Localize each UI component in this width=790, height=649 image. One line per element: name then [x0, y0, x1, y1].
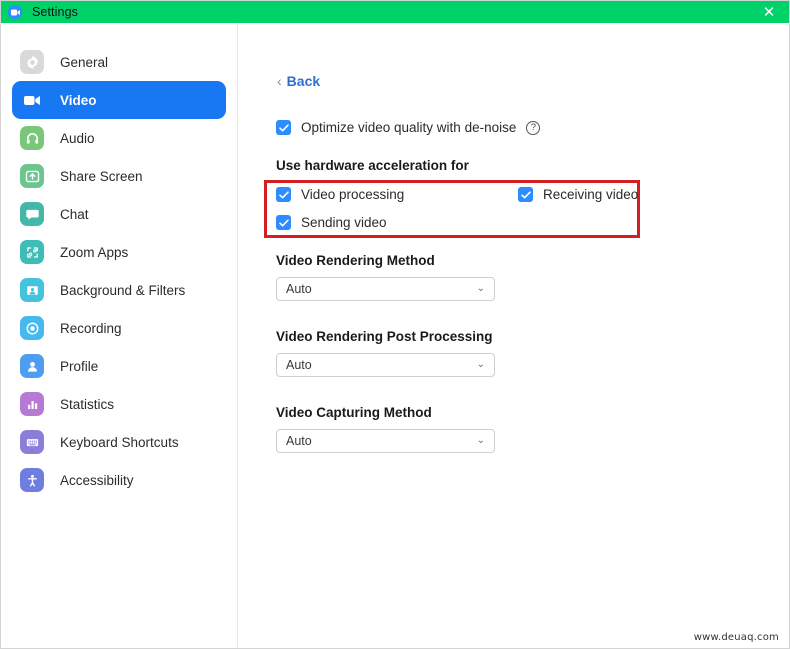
back-label: Back — [286, 73, 321, 89]
close-icon[interactable]: ✕ — [749, 1, 789, 23]
receiving-video-checkbox[interactable] — [518, 187, 533, 202]
receiving-video-label: Receiving video — [543, 187, 639, 202]
select-value: Auto — [286, 358, 312, 372]
headphones-icon — [20, 126, 44, 150]
hardware-acceleration-heading: Use hardware acceleration for — [276, 158, 469, 173]
sidebar-item-accessibility[interactable]: Accessibility — [12, 461, 226, 499]
sidebar-item-general[interactable]: General — [12, 43, 226, 81]
video-processing-label: Video processing — [301, 187, 405, 202]
chevron-down-icon: ⌄ — [476, 435, 485, 446]
sidebar-item-label: General — [60, 54, 109, 70]
settings-window: Settings ✕ General Video Audio Share Scr… — [0, 0, 790, 649]
video-processing-row: Video processing — [276, 187, 404, 202]
watermark: www.deuaq.com — [693, 632, 779, 643]
title-bar: Settings ✕ — [1, 1, 789, 23]
sidebar-item-label: Statistics — [60, 396, 115, 412]
sidebar-item-chat[interactable]: Chat — [12, 195, 226, 233]
sidebar-item-label: Recording — [60, 320, 122, 336]
video-capturing-method-select[interactable]: Auto ⌄ — [276, 429, 495, 453]
select-value: Auto — [286, 434, 312, 448]
sending-video-label: Sending video — [301, 215, 387, 230]
sidebar-item-label: Share Screen — [60, 168, 143, 184]
video-capturing-method-group: Video Capturing Method Auto ⌄ — [276, 405, 495, 453]
window-body: General Video Audio Share Screen Chat Zo… — [1, 23, 789, 648]
sidebar-item-video[interactable]: Video — [12, 81, 226, 119]
video-camera-icon — [8, 5, 22, 19]
person-icon — [20, 354, 44, 378]
receiving-video-row: Receiving video — [518, 187, 638, 202]
optimize-video-quality-checkbox[interactable] — [276, 120, 291, 135]
sidebar-item-label: Background & Filters — [60, 282, 186, 298]
sidebar-item-statistics[interactable]: Statistics — [12, 385, 226, 423]
chevron-left-icon: ‹ — [277, 73, 282, 89]
sidebar-item-label: Chat — [60, 206, 89, 222]
back-button[interactable]: ‹ Back — [277, 73, 320, 89]
sidebar: General Video Audio Share Screen Chat Zo… — [1, 23, 238, 648]
chat-bubble-icon — [20, 202, 44, 226]
sidebar-item-background-filters[interactable]: Background & Filters — [12, 271, 226, 309]
sidebar-item-profile[interactable]: Profile — [12, 347, 226, 385]
chevron-down-icon: ⌄ — [476, 359, 485, 370]
video-rendering-method-label: Video Rendering Method — [276, 253, 435, 268]
sidebar-item-recording[interactable]: Recording — [12, 309, 226, 347]
video-capturing-method-label: Video Capturing Method — [276, 405, 432, 420]
sidebar-item-label: Video — [60, 92, 97, 108]
sending-video-checkbox[interactable] — [276, 215, 291, 230]
video-rendering-post-processing-select[interactable]: Auto ⌄ — [276, 353, 495, 377]
main-content: ‹ Back Optimize video quality with de-no… — [238, 23, 789, 648]
sidebar-item-share-screen[interactable]: Share Screen — [12, 157, 226, 195]
accessibility-icon — [20, 468, 44, 492]
sidebar-item-label: Profile — [60, 358, 99, 374]
chevron-down-icon: ⌄ — [476, 283, 485, 294]
window-title: Settings — [32, 5, 78, 19]
optimize-video-quality-label: Optimize video quality with de-noise — [301, 120, 517, 135]
sidebar-item-label: Accessibility — [60, 472, 134, 488]
gear-icon — [20, 50, 44, 74]
sidebar-item-label: Audio — [60, 130, 95, 146]
share-screen-icon — [20, 164, 44, 188]
person-frame-icon — [20, 278, 44, 302]
sidebar-item-label: Keyboard Shortcuts — [60, 434, 179, 450]
optimize-video-quality-row: Optimize video quality with de-noise ? — [276, 120, 541, 135]
video-rendering-post-processing-label: Video Rendering Post Processing — [276, 329, 493, 344]
sending-video-row: Sending video — [276, 215, 387, 230]
bar-chart-icon — [20, 392, 44, 416]
video-rendering-post-processing-group: Video Rendering Post Processing Auto ⌄ — [276, 329, 495, 377]
sidebar-item-keyboard-shortcuts[interactable]: Keyboard Shortcuts — [12, 423, 226, 461]
record-circle-icon — [20, 316, 44, 340]
zoom-apps-icon — [20, 240, 44, 264]
video-rendering-method-select[interactable]: Auto ⌄ — [276, 277, 495, 301]
select-value: Auto — [286, 282, 312, 296]
video-camera-icon — [20, 88, 44, 112]
video-rendering-method-group: Video Rendering Method Auto ⌄ — [276, 253, 495, 301]
sidebar-item-audio[interactable]: Audio — [12, 119, 226, 157]
video-processing-checkbox[interactable] — [276, 187, 291, 202]
sidebar-item-zoom-apps[interactable]: Zoom Apps — [12, 233, 226, 271]
sidebar-item-label: Zoom Apps — [60, 244, 129, 260]
question-mark-icon[interactable]: ? — [526, 120, 541, 135]
keyboard-icon — [20, 430, 44, 454]
